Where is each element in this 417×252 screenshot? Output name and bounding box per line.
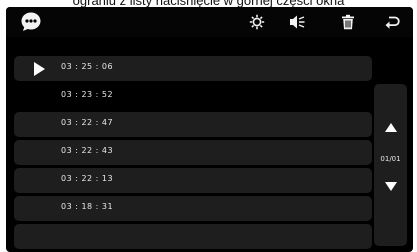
play-icon[interactable] — [34, 62, 45, 76]
page-scroller: 01/01 — [374, 84, 407, 246]
speaker-icon[interactable] — [286, 11, 308, 33]
page-indicator: 01/01 — [380, 155, 401, 163]
message-icon[interactable] — [19, 10, 43, 34]
record-time: 03 : 18 : 31 — [61, 202, 114, 211]
list-item[interactable]: 03 : 18 : 31 — [14, 196, 372, 221]
recording-list: 03 : 25 : 06 03 : 23 : 52 03 : 22 : 47 0… — [14, 56, 372, 252]
gear-icon[interactable] — [246, 11, 268, 33]
page-down-icon[interactable] — [385, 182, 397, 191]
record-time: 03 : 23 : 52 — [61, 90, 114, 99]
record-time: 03 : 25 : 06 — [61, 62, 114, 71]
top-toolbar — [6, 7, 413, 37]
record-time: 03 : 22 : 13 — [61, 174, 114, 183]
record-time: 03 : 22 : 43 — [61, 146, 114, 155]
back-icon[interactable] — [381, 11, 403, 33]
list-item[interactable]: 03 : 23 : 52 — [14, 84, 372, 109]
list-item[interactable]: 03 : 22 : 47 — [14, 112, 372, 137]
list-item[interactable]: 03 : 25 : 06 — [14, 56, 372, 81]
list-item[interactable]: 03 : 22 : 43 — [14, 140, 372, 165]
record-time: 03 : 22 : 47 — [61, 118, 114, 127]
list-item[interactable] — [14, 224, 372, 249]
page-up-icon[interactable] — [385, 123, 397, 132]
trash-icon[interactable] — [337, 11, 359, 33]
list-item[interactable]: 03 : 22 : 13 — [14, 168, 372, 193]
intercom-screen: 03 : 25 : 06 03 : 23 : 52 03 : 22 : 47 0… — [6, 7, 413, 252]
